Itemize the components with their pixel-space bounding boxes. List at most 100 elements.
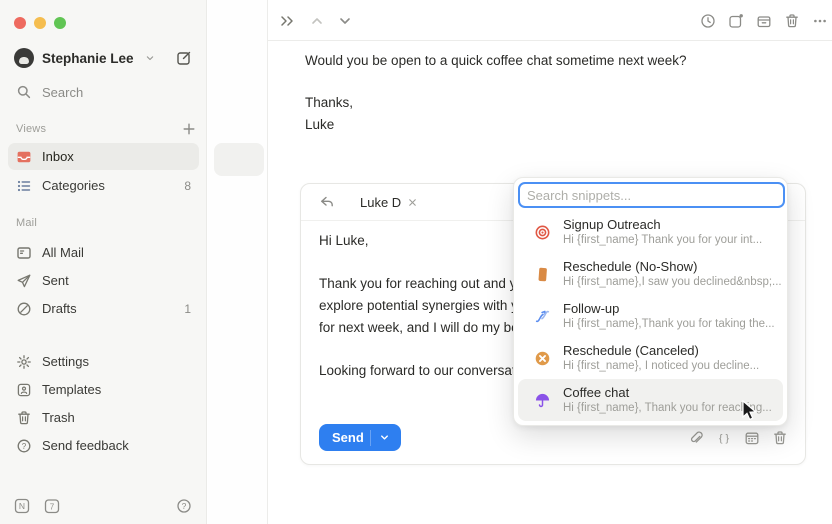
sidebar-item-sent[interactable]: Sent xyxy=(8,267,199,294)
calendar-icon xyxy=(744,430,760,446)
svg-text:7: 7 xyxy=(50,502,55,511)
calendar-badge[interactable]: 7 xyxy=(44,498,60,514)
sidebar-item-settings[interactable]: Settings xyxy=(8,348,199,375)
recipient-name: Luke D xyxy=(360,195,401,210)
chevron-down-icon xyxy=(379,432,390,443)
clock-icon xyxy=(700,13,716,29)
attach-file-button[interactable] xyxy=(687,429,705,447)
account-switcher[interactable]: Stephanie Lee xyxy=(14,47,192,69)
discard-draft-button[interactable] xyxy=(771,429,789,447)
snippet-preview: Hi {first_name},Thank you for taking the… xyxy=(563,317,771,332)
book-icon xyxy=(533,265,551,283)
insert-variable-button[interactable]: { } xyxy=(715,429,733,447)
snippet-title: Reschedule (No-Show) xyxy=(563,259,771,275)
snooze-button[interactable] xyxy=(699,12,717,30)
collapsed-list-pane xyxy=(208,0,268,524)
trash-icon xyxy=(772,430,788,446)
send-label: Send xyxy=(332,430,364,445)
snippets-dropdown: Signup Outreach Hi {first_name} Thank yo… xyxy=(513,177,788,426)
next-conversation-button[interactable] xyxy=(336,12,354,30)
sidebar-item-label: All Mail xyxy=(42,245,84,260)
drafts-count: 1 xyxy=(184,302,191,316)
templates-icon xyxy=(16,382,32,398)
svg-text:?: ? xyxy=(22,441,27,450)
reply-type-button[interactable] xyxy=(319,194,335,210)
collapse-pane-button[interactable] xyxy=(278,12,296,30)
reading-pane: Would you be open to a quick coffee chat… xyxy=(268,0,832,524)
inbox-icon xyxy=(16,149,32,165)
feedback-icon: ? xyxy=(16,438,32,454)
snippet-item[interactable]: Reschedule (Canceled) Hi {first_name}, I… xyxy=(518,337,783,379)
sent-icon xyxy=(16,273,32,289)
send-button[interactable]: Send xyxy=(319,424,401,451)
sidebar-item-label: Send feedback xyxy=(42,438,129,453)
sidebar-item-categories[interactable]: Categories 8 xyxy=(8,172,199,199)
notion-badge[interactable]: N xyxy=(14,498,30,514)
recipient-chip[interactable]: Luke D xyxy=(360,195,418,210)
add-view-button[interactable] xyxy=(180,120,198,138)
mark-unread-button[interactable] xyxy=(727,12,745,30)
ellipsis-icon xyxy=(812,13,828,29)
insert-calendar-button[interactable] xyxy=(743,429,761,447)
sidebar-item-send-feedback[interactable]: ? Send feedback xyxy=(8,432,199,459)
snippet-title: Reschedule (Canceled) xyxy=(563,343,759,359)
snippet-search-input[interactable] xyxy=(518,182,785,208)
search-button[interactable]: Search xyxy=(8,79,198,105)
trash-icon xyxy=(784,13,800,29)
sidebar-item-templates[interactable]: Templates xyxy=(8,376,199,403)
categories-count: 8 xyxy=(184,179,191,193)
previous-conversation-button[interactable] xyxy=(308,12,326,30)
snippet-item[interactable]: Signup Outreach Hi {first_name} Thank yo… xyxy=(518,211,783,253)
chevron-down-icon xyxy=(144,52,156,64)
list-skeleton xyxy=(214,143,264,176)
send-options-button[interactable] xyxy=(370,430,397,446)
sidebar-item-all-mail[interactable]: All Mail xyxy=(8,239,199,266)
archive-button[interactable] xyxy=(755,12,773,30)
sidebar: Stephanie Lee Search Views Inbox Categor… xyxy=(0,0,207,524)
cancel-circle-icon xyxy=(533,349,551,367)
snippet-item[interactable]: Follow-up Hi {first_name},Thank you for … xyxy=(518,295,783,337)
reply-arrow-icon xyxy=(319,194,335,210)
gear-icon xyxy=(16,354,32,370)
square-dot-icon xyxy=(728,13,744,29)
double-chevron-right-icon xyxy=(279,13,295,29)
snippet-preview: Hi {first_name}, I noticed you decline..… xyxy=(563,359,759,374)
views-section-label: Views xyxy=(16,123,46,135)
minimize-window-button[interactable] xyxy=(34,17,46,29)
sidebar-item-label: Trash xyxy=(42,410,75,425)
exchange-arrows-icon xyxy=(533,307,551,325)
sidebar-item-inbox[interactable]: Inbox xyxy=(8,143,199,170)
snippet-title: Follow-up xyxy=(563,301,771,317)
svg-text:{ }: { } xyxy=(719,432,729,444)
umbrella-icon xyxy=(533,391,551,409)
app-window: Stephanie Lee Search Views Inbox Categor… xyxy=(0,0,832,524)
remove-recipient-icon[interactable] xyxy=(407,197,418,208)
search-icon xyxy=(16,84,32,100)
mail-section-label: Mail xyxy=(16,217,37,229)
snippet-list: Signup Outreach Hi {first_name} Thank yo… xyxy=(514,211,787,421)
sidebar-item-label: Sent xyxy=(42,273,69,288)
zoom-window-button[interactable] xyxy=(54,17,66,29)
snippet-preview: Hi {first_name},I saw you declined&nbsp;… xyxy=(563,275,771,290)
help-button[interactable]: ? xyxy=(176,498,192,514)
more-options-button[interactable] xyxy=(811,12,829,30)
trash-thread-button[interactable] xyxy=(783,12,801,30)
braces-icon: { } xyxy=(716,430,732,446)
email-body-line: Would you be open to a quick coffee chat… xyxy=(305,53,686,68)
account-name: Stephanie Lee xyxy=(42,51,134,66)
close-window-button[interactable] xyxy=(14,17,26,29)
snippet-item[interactable]: Reschedule (No-Show) Hi {first_name},I s… xyxy=(518,253,783,295)
email-body-line: Thanks, xyxy=(305,95,353,110)
categories-icon xyxy=(16,178,32,194)
snippet-title: Signup Outreach xyxy=(563,217,762,233)
svg-text:N: N xyxy=(19,501,25,511)
drafts-icon xyxy=(16,301,32,317)
compose-new-button[interactable] xyxy=(176,50,192,66)
archive-icon xyxy=(756,13,772,29)
paperclip-icon xyxy=(688,430,704,446)
sidebar-item-label: Categories xyxy=(42,178,105,193)
sidebar-item-trash[interactable]: Trash xyxy=(8,404,199,431)
sidebar-item-label: Inbox xyxy=(42,149,74,164)
sidebar-item-drafts[interactable]: Drafts 1 xyxy=(8,295,199,322)
snippet-title: Coffee chat xyxy=(563,385,771,401)
